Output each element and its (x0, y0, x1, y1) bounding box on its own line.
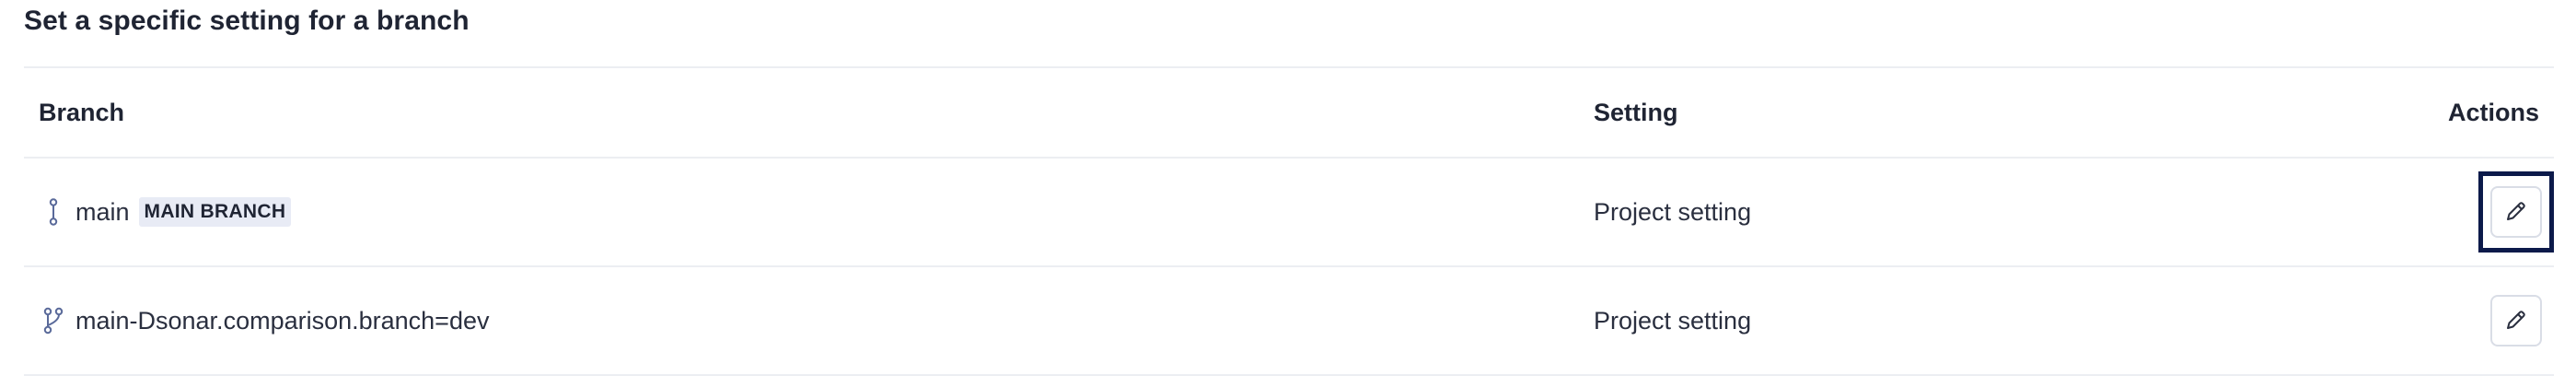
setting-value: Project setting (1594, 306, 1752, 335)
main-branch-icon (42, 198, 64, 226)
setting-value: Project setting (1594, 197, 1752, 226)
column-header-actions: Actions (2447, 98, 2539, 126)
git-branch-icon (42, 307, 64, 335)
edit-setting-button[interactable] (2490, 295, 2542, 347)
branch-settings-table: Branch Setting Actions main MAIN BRANCH … (24, 66, 2554, 376)
pencil-icon (2504, 308, 2528, 335)
column-header-branch: Branch (39, 98, 125, 126)
table-row: main-Dsonar.comparison.branch=dev Projec… (24, 267, 2554, 376)
branch-name: main (75, 197, 130, 226)
table-header-row: Branch Setting Actions (24, 66, 2554, 159)
section-title: Set a specific setting for a branch (24, 6, 470, 36)
pencil-icon (2504, 199, 2528, 226)
main-branch-badge: MAIN BRANCH (138, 197, 292, 227)
branch-name: main-Dsonar.comparison.branch=dev (75, 306, 490, 335)
branch-settings-section: Set a specific setting for a branch Bran… (0, 0, 2576, 376)
edit-button-wrapper (2490, 295, 2542, 347)
column-header-setting: Setting (1594, 98, 1678, 126)
table-row: main MAIN BRANCH Project setting (24, 159, 2554, 267)
edit-setting-button[interactable] (2490, 186, 2542, 238)
focus-ring (2478, 171, 2554, 253)
